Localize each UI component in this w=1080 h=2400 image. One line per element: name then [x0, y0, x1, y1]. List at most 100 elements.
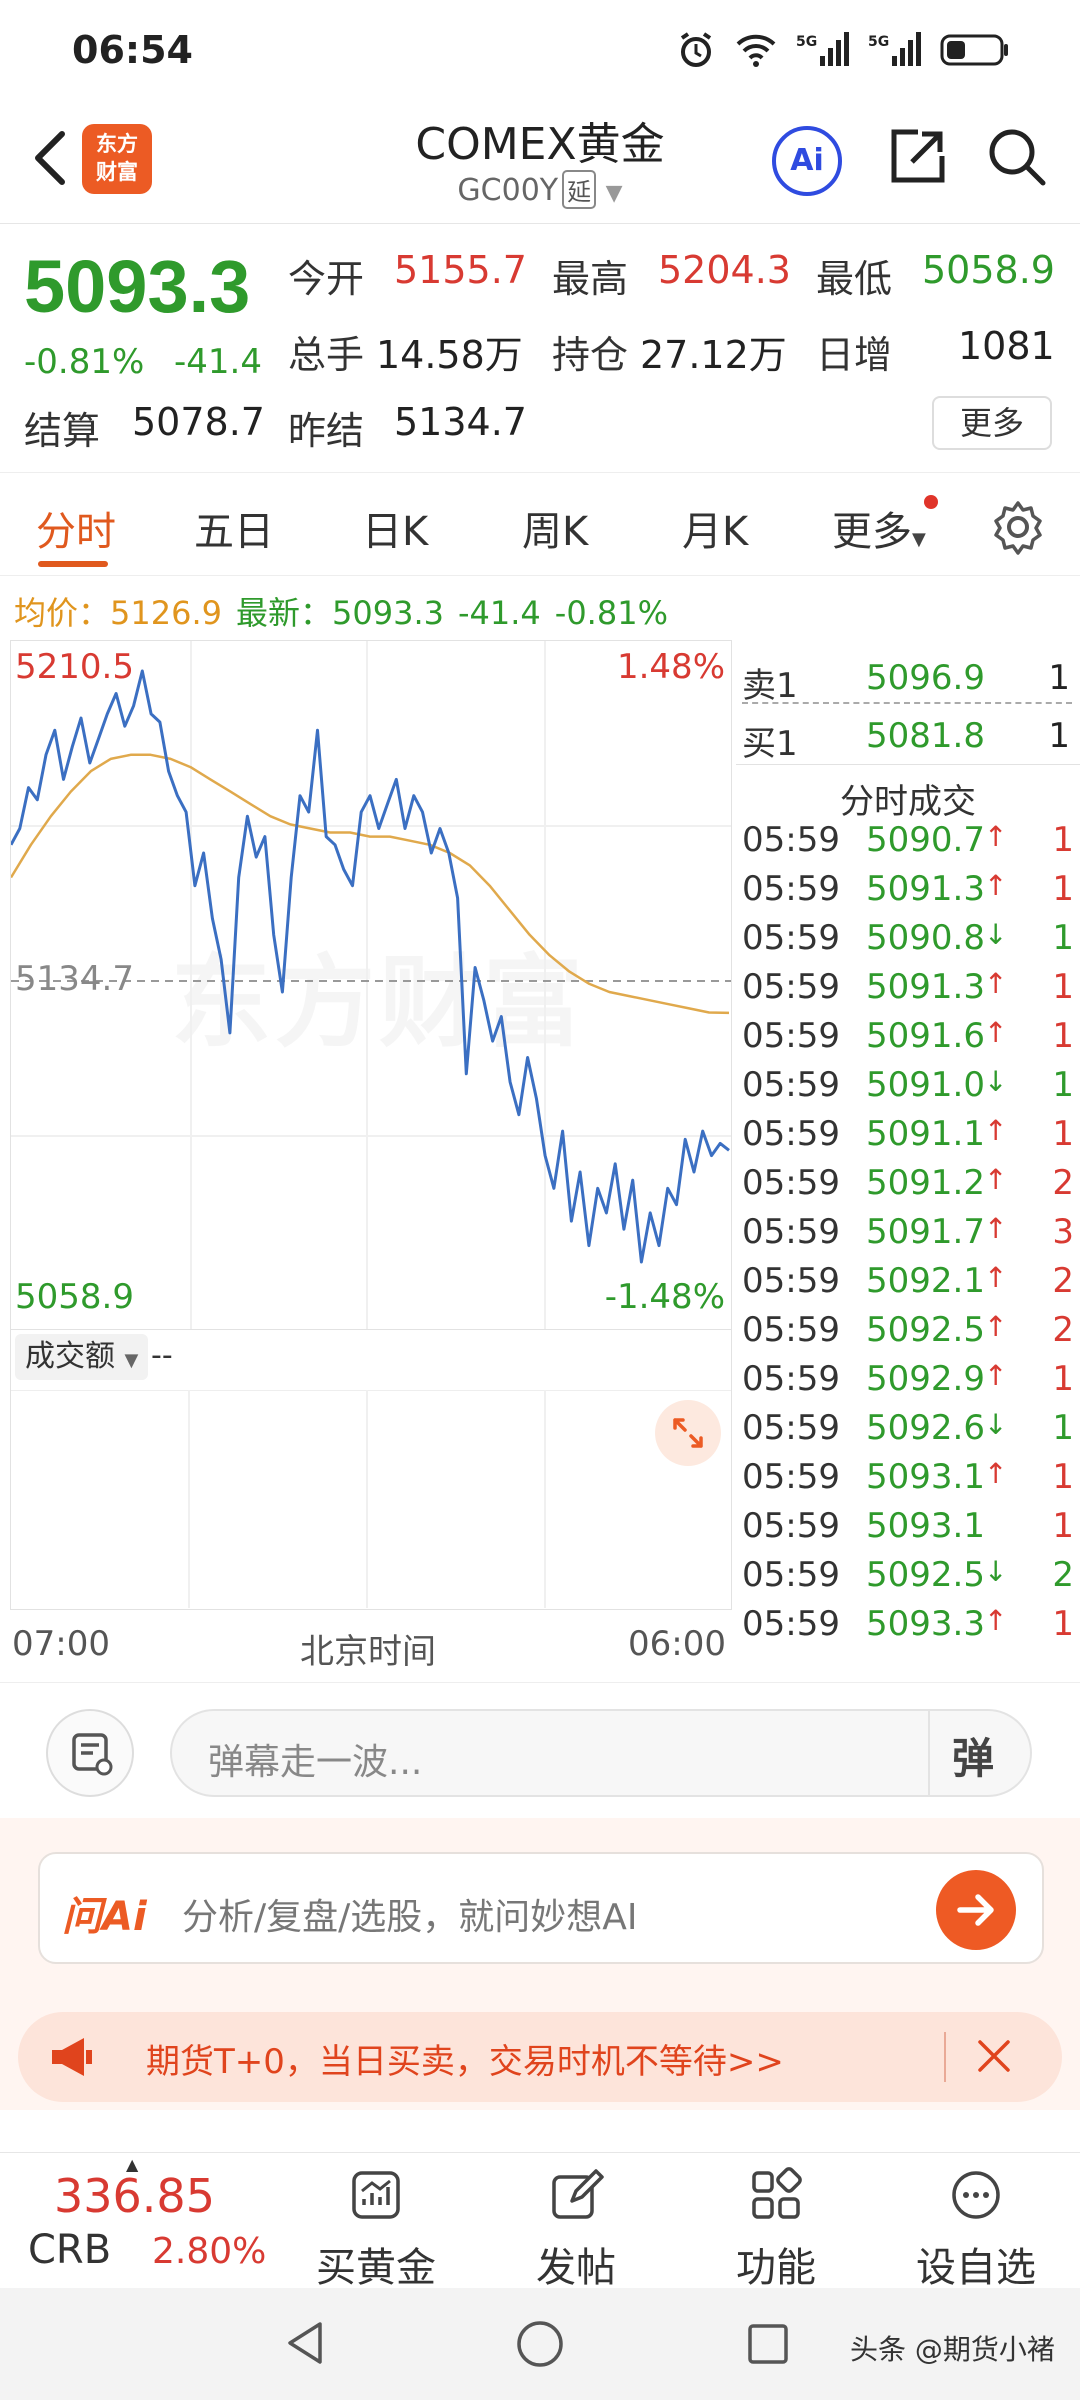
nav-back-button[interactable] — [280, 2318, 330, 2372]
search-button[interactable] — [982, 122, 1052, 192]
chart-max-price: 5210.5 — [15, 647, 134, 687]
promo-banner[interactable]: 期货T+0，当日买卖，交易时机不等待>> — [18, 2012, 1062, 2102]
notification-dot — [924, 495, 938, 509]
volume-label: 总手 — [288, 333, 365, 377]
tab-intraday[interactable]: 分时 — [36, 499, 116, 557]
settle-value: 5078.7 — [132, 400, 265, 444]
trade-qty: 1 — [1052, 1016, 1074, 1056]
functions-button[interactable]: 功能 — [696, 2167, 856, 2291]
chart-prev-settle: 5134.7 — [15, 959, 134, 999]
trades-title: 分时成交 — [840, 782, 976, 822]
expand-button[interactable] — [655, 1400, 721, 1466]
trade-time: 05:59 — [742, 869, 840, 909]
trade-qty: 2 — [1052, 1310, 1074, 1350]
trade-row: 05:59 5092.5 ↓ 2 — [742, 1555, 1080, 1605]
share-icon — [891, 129, 945, 183]
trade-row: 05:59 5091.6 ↑ 1 — [742, 1016, 1080, 1066]
trade-time: 05:59 — [742, 1261, 840, 1301]
chart-min-price: 5058.9 — [15, 1277, 134, 1317]
nav-home-button[interactable] — [514, 2318, 566, 2374]
tab-underline — [38, 561, 108, 567]
ai-ask-bar[interactable]: 问Ai 分析/复盘/选股，就问妙想AI — [38, 1852, 1044, 1964]
post-button[interactable]: 发帖 — [496, 2167, 656, 2291]
tab-daily-k[interactable]: 日K — [362, 499, 428, 557]
trade-direction: ↓ — [984, 1065, 1008, 1098]
trade-time: 05:59 — [742, 1114, 840, 1154]
open-value: 5155.7 — [394, 248, 527, 292]
tab-five-day[interactable]: 五日 — [194, 499, 274, 557]
trade-row: 05:59 5092.5 ↑ 2 — [742, 1310, 1080, 1360]
tab-monthly-k[interactable]: 月K — [682, 499, 748, 557]
trade-time: 05:59 — [742, 1408, 840, 1448]
buy-gold-button[interactable]: 买黄金 — [296, 2167, 456, 2291]
trade-time: 05:59 — [742, 1457, 840, 1497]
volume-selector[interactable]: 成交额 ▼ — [15, 1334, 149, 1380]
trade-direction: ↑ — [984, 1457, 1008, 1490]
change-percent: -0.81% — [24, 342, 145, 382]
danmu-input[interactable]: 弹幕走一波... 弹 — [170, 1709, 1032, 1797]
trade-qty: 1 — [1052, 1065, 1074, 1105]
volume-selector-label: 成交额 — [25, 1339, 115, 1374]
trade-direction: ↑ — [984, 1310, 1008, 1343]
trade-price: 5092.5 — [866, 1310, 985, 1350]
trade-direction: ↓ — [984, 1555, 1008, 1588]
avg-value: 5126.9 — [110, 594, 222, 632]
trade-time: 05:59 — [742, 1506, 840, 1546]
trade-row: 05:59 5091.3 ↑ 1 — [742, 967, 1080, 1017]
trade-direction: ↑ — [984, 820, 1008, 853]
trade-qty: 2 — [1052, 1163, 1074, 1203]
prev-settle-label: 昨结 — [288, 409, 365, 453]
trade-price: 5093.1 — [866, 1506, 985, 1546]
promo-separator — [944, 2032, 946, 2082]
danmu-toggle-button[interactable]: 弹 — [952, 1725, 994, 1786]
svg-text:5G: 5G — [796, 34, 817, 50]
caret-down-icon: ▼ — [912, 529, 926, 550]
nav-recents-button[interactable] — [744, 2320, 792, 2372]
svg-text:5G: 5G — [868, 34, 889, 50]
add-watchlist-button[interactable]: 设自选 — [896, 2167, 1056, 2291]
trade-direction: ↑ — [984, 1359, 1008, 1392]
trade-time: 05:59 — [742, 918, 840, 958]
low-value: 5058.9 — [922, 248, 1055, 292]
volume-chart-area[interactable]: 成交额 ▼ -- — [10, 1330, 732, 1610]
status-bar: 06:54 5G 5G — [0, 0, 1080, 100]
arrow-right-icon — [957, 1894, 994, 1926]
low-label: 最低 — [816, 257, 893, 301]
promo-close-button[interactable] — [964, 2026, 1024, 2086]
header: 东方 财富 COMEX黄金 GC00Y 延 ▼ Ai — [0, 100, 1080, 224]
expand-icon — [673, 1418, 703, 1448]
volume-grid — [11, 1390, 731, 1608]
more-quote-button[interactable]: 更多 — [932, 396, 1052, 450]
bid-label: 买1 — [742, 724, 798, 764]
tab-more[interactable]: 更多▼ — [832, 499, 926, 557]
danmu-settings-icon — [72, 1733, 113, 1776]
trade-qty: 1 — [1052, 967, 1074, 1007]
open-label: 今开 — [288, 257, 365, 301]
megaphone-icon — [46, 2030, 106, 2088]
trade-price: 5091.1 — [866, 1114, 985, 1154]
post-label: 发帖 — [536, 2245, 616, 2291]
trade-qty: 2 — [1052, 1555, 1074, 1595]
chart-icon — [352, 2171, 400, 2219]
trade-row: 05:59 5091.1 ↑ 1 — [742, 1114, 1080, 1164]
chart-max-pct: 1.48% — [616, 647, 725, 687]
settings-button[interactable] — [990, 499, 1046, 559]
trade-row: 05:59 5091.2 ↑ 2 — [742, 1163, 1080, 1213]
ai-button[interactable]: Ai — [772, 126, 842, 196]
trade-direction: ↑ — [984, 1212, 1008, 1245]
share-button[interactable] — [882, 122, 952, 192]
trade-time: 05:59 — [742, 1604, 840, 1644]
triangle-back-icon — [288, 2322, 322, 2364]
price-chart-area[interactable]: 东方财富 5210.5 1.48% 5134.7 5058.9 -1.48% — [10, 640, 732, 1330]
order-book-panel: 卖1 5096.9 1 买1 5081.8 1 分时成交 05:59 5090.7… — [736, 640, 1080, 1670]
daily-inc-label: 日增 — [816, 333, 893, 377]
trade-row: 05:59 5091.0 ↓ 1 — [742, 1065, 1080, 1115]
ai-submit-button[interactable] — [936, 1870, 1016, 1950]
trade-qty: 1 — [1052, 1506, 1074, 1546]
tab-weekly-k[interactable]: 周K — [522, 499, 588, 557]
trade-price: 5092.9 — [866, 1359, 985, 1399]
index-ticker[interactable]: ▲ 336.85 CRB 2.80% — [0, 2153, 280, 2289]
trade-price: 5092.6 — [866, 1408, 985, 1448]
comment-settings-button[interactable] — [46, 1709, 134, 1797]
caret-down-icon: ▼ — [605, 181, 623, 206]
